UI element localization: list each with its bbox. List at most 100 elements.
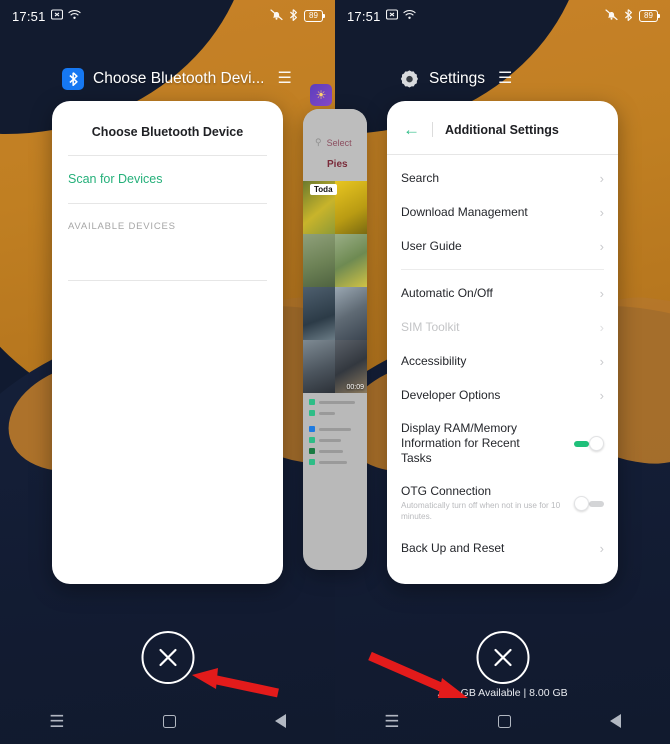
row-label: User Guide [401,238,462,253]
battery-indicator: 89 [639,10,660,22]
settings-card[interactable]: ← Additional Settings Search › Download … [387,101,618,584]
row-label: Accessibility [401,353,467,368]
chevron-right-icon: › [599,238,604,254]
settings-row-download-management[interactable]: Download Management › [387,195,618,229]
back-arrow-icon[interactable]: ← [403,121,420,138]
divider [432,122,433,137]
photo-thumbnail[interactable] [335,287,367,340]
gallery-toolbar: ⚲ Select Pies [303,109,367,181]
list-item[interactable] [309,448,361,454]
row-label: Search [401,170,440,185]
group-divider [401,269,604,270]
divider [387,154,618,155]
annotation-arrow-right [368,651,468,698]
available-devices-list [52,232,283,280]
dialog-title: Choose Bluetooth Device [91,125,244,139]
screenshot-comparison: 17:51 89 Choose Bluetooth Devi... ☰ Choo… [0,0,670,744]
chevron-right-icon: › [599,285,604,301]
status-bar: 17:51 89 [0,0,335,32]
photo-thumbnail[interactable] [303,234,335,287]
row-subtitle: Automatically turn off when not in use f… [401,501,561,521]
bluetooth-icon [624,8,633,24]
list-item[interactable] [309,410,361,416]
list-item[interactable] [309,399,361,405]
annotation-arrow-left [192,668,279,698]
search-icon: ⚲ [315,137,322,147]
row-label: Download Management [401,204,528,219]
left-phone-screenshot: 17:51 89 Choose Bluetooth Devi... ☰ Choo… [0,0,335,744]
photo-thumbnail[interactable]: Toda [303,181,337,234]
toggle-display-ram-memory-info[interactable] [574,436,604,451]
gallery-tab-label[interactable]: Pies [327,159,348,170]
row-label: Display RAM/Memory Information for Recen… [401,421,520,465]
row-label: Automatic On/Off [401,285,493,300]
gallery-settings-list [303,393,367,465]
settings-gear-icon [398,68,420,90]
settings-row-otg-connection[interactable]: OTG Connection Automatically turn off wh… [387,475,618,531]
row-label: Developer Options [401,387,501,402]
settings-row-automatic-on-off[interactable]: Automatic On/Off › [387,276,618,310]
video-thumbnail[interactable]: 00:09 [335,340,367,393]
settings-row-display-ram-memory-info[interactable]: Display RAM/Memory Information for Recen… [387,412,618,475]
notifications-muted-icon [605,8,618,24]
right-phone-screenshot: 17:51 89 Settings ☰ ← Additional Setting… [335,0,670,744]
home-icon[interactable] [498,714,512,728]
bluetooth-dialog-card[interactable]: Choose Bluetooth Device Scan for Devices… [52,101,283,584]
photo-thumbnail[interactable] [335,181,367,234]
task-title: Settings [429,70,486,87]
photo-thumbnail[interactable] [335,234,367,287]
chevron-right-icon: › [599,170,604,186]
wifi-icon [67,9,81,23]
gallery-search-field[interactable]: ⚲ Select [315,137,352,148]
photo-grid: Toda 00:09 [303,181,367,393]
scan-for-devices-button[interactable]: Scan for Devices [52,156,283,203]
back-triangle-icon[interactable] [274,714,286,728]
row-label: SIM Toolkit [401,319,460,334]
navigation-bar: ☰ [335,698,670,744]
status-bar-clock: 17:51 [347,8,381,24]
screen-header: ← Additional Settings [387,101,618,154]
settings-row-sim-toolkit: SIM Toolkit › [387,310,618,344]
recents-icon[interactable]: ☰ [49,713,64,730]
list-item[interactable] [309,426,361,432]
screenshot-icon [385,9,398,23]
page-title: Additional Settings [445,122,559,137]
settings-row-accessibility[interactable]: Accessibility › [387,344,618,378]
video-duration: 00:09 [346,384,364,391]
bluetooth-icon [62,68,84,90]
photo-thumbnail[interactable] [303,287,335,340]
row-label: Back Up and Reset [401,540,505,555]
chevron-right-icon: › [599,204,604,220]
settings-row-user-guide[interactable]: User Guide › [387,229,618,263]
chevron-right-icon: › [599,353,604,369]
hamburger-menu-icon[interactable]: ☰ [277,71,291,87]
row-label: OTG Connection [401,484,492,498]
task-title: Choose Bluetooth Devi... [93,70,265,87]
task-header-bluetooth[interactable]: Choose Bluetooth Devi... ☰ [62,68,292,90]
navigation-bar: ☰ [0,698,335,744]
today-chip: Toda [310,184,337,195]
home-icon[interactable] [163,714,177,728]
divider [68,280,267,281]
chevron-right-icon: › [599,540,604,556]
settings-row-developer-options[interactable]: Developer Options › [387,378,618,412]
back-triangle-icon[interactable] [609,714,621,728]
recents-icon[interactable]: ☰ [384,713,399,730]
list-item[interactable] [309,437,361,443]
settings-row-search[interactable]: Search › [387,161,618,195]
gallery-task-card[interactable]: ⚲ Select Pies Toda 00:09 [303,109,367,570]
toggle-otg-connection[interactable] [574,495,604,511]
task-header-settings[interactable]: Settings ☰ [398,68,512,90]
status-bar: 17:51 89 [335,0,670,32]
list-item[interactable] [309,459,361,465]
settings-list: Search › Download Management › User Guid… [387,161,618,569]
settings-row-back-up-and-reset[interactable]: Back Up and Reset › [387,531,618,565]
screenshot-icon [50,9,63,23]
clear-all-button[interactable] [476,631,529,684]
gallery-icon: ☀ [310,84,332,106]
wifi-icon [402,9,416,23]
chevron-right-icon: › [599,319,604,335]
bluetooth-icon [289,8,298,24]
hamburger-menu-icon[interactable]: ☰ [498,71,512,87]
photo-thumbnail[interactable] [303,340,335,393]
